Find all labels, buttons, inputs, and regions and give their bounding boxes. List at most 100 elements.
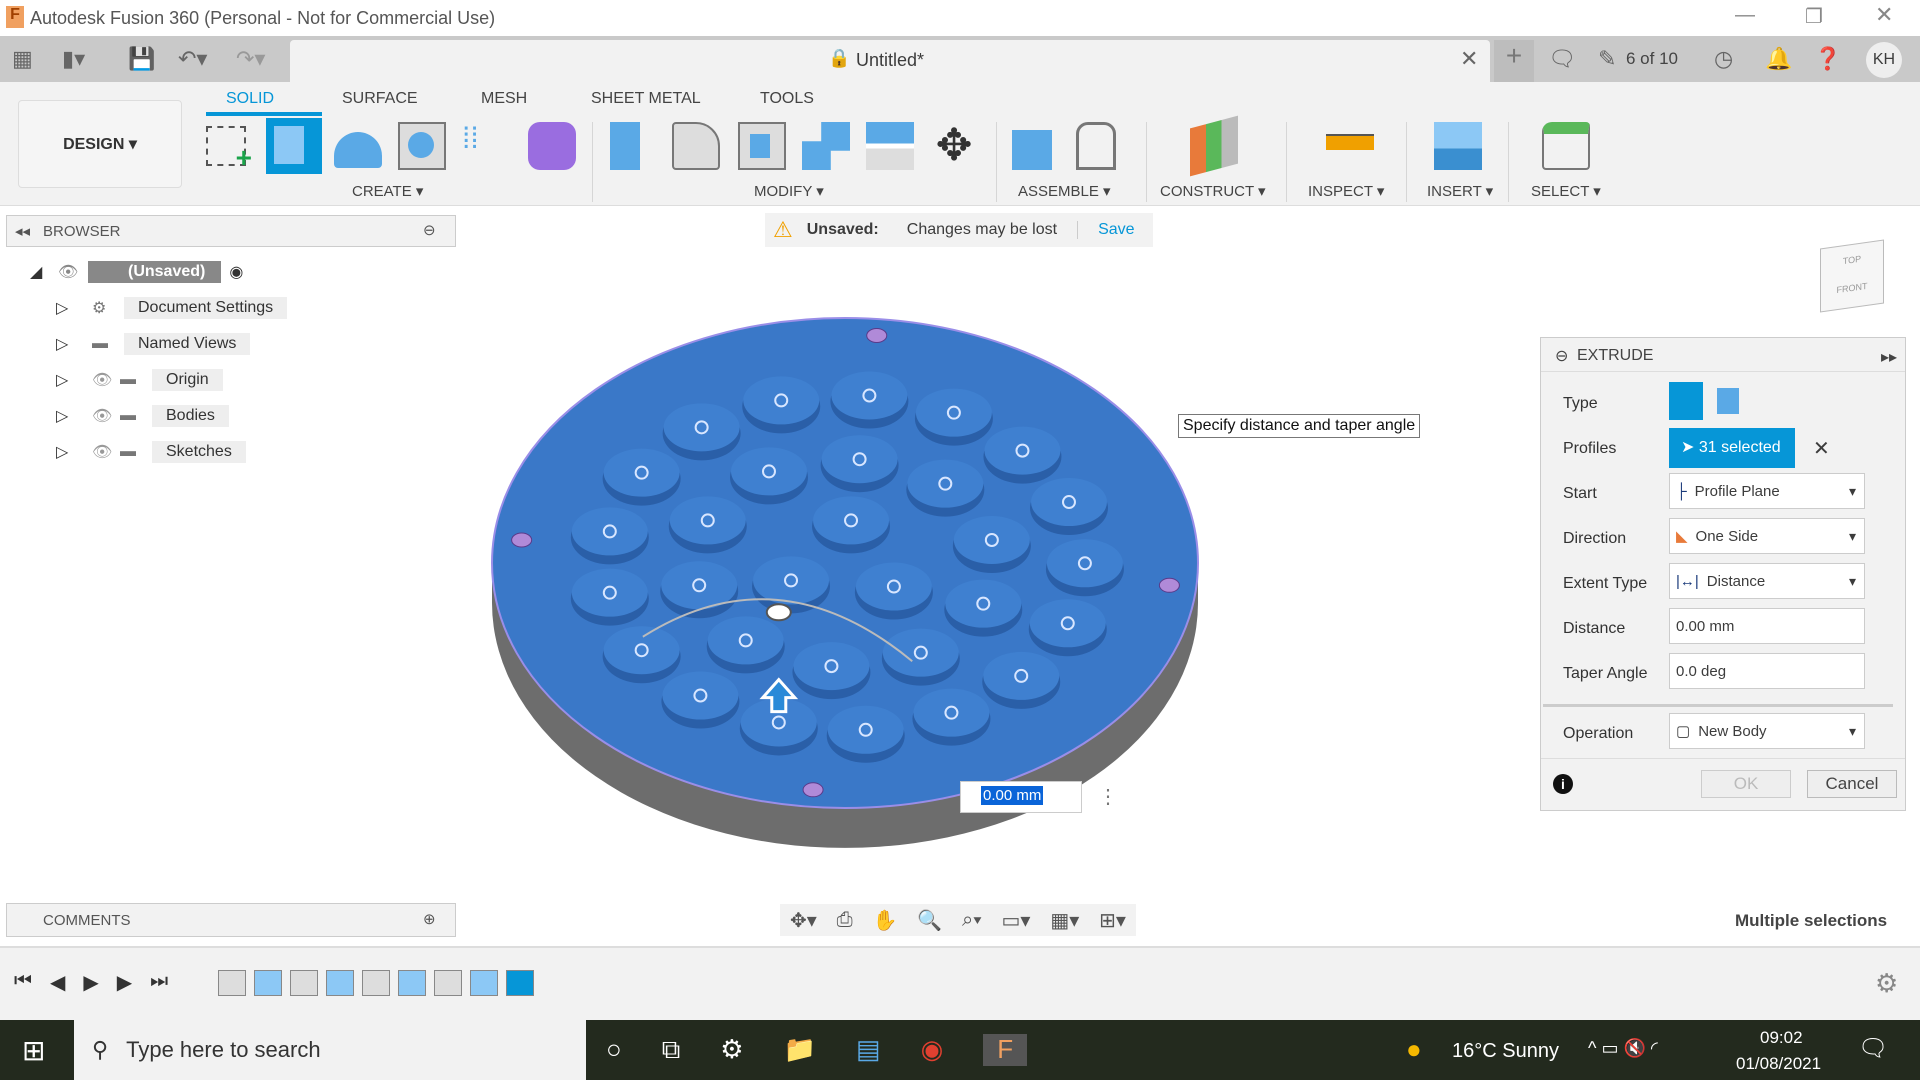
taper-angle-input[interactable]: 0.0 deg: [1669, 653, 1865, 689]
look-at-icon[interactable]: ⎙: [837, 909, 853, 932]
ok-button[interactable]: OK: [1701, 770, 1791, 798]
operation-select[interactable]: ▢ New Body: [1669, 713, 1865, 749]
type-one-side-button[interactable]: [1669, 382, 1703, 420]
windows-start-icon[interactable]: ⊞: [22, 1034, 45, 1067]
measure-icon[interactable]: [1326, 134, 1374, 150]
redo-icon[interactable]: ↷▾: [236, 46, 265, 72]
timeline-feature-icon[interactable]: [398, 970, 426, 996]
orbit-icon[interactable]: ✥▾: [790, 908, 817, 933]
create-menu[interactable]: CREATE ▾: [352, 182, 423, 200]
hole-profile-top[interactable]: [603, 626, 680, 675]
timeline-feature-icon[interactable]: [218, 970, 246, 996]
display-settings-icon[interactable]: ▭▾: [1002, 908, 1031, 933]
hole-profile-top[interactable]: [753, 556, 830, 605]
clock-icon[interactable]: ◷: [1714, 46, 1733, 72]
fillet-icon[interactable]: [672, 122, 720, 170]
hole-profile-top[interactable]: [907, 459, 984, 508]
hole-profile-top[interactable]: [913, 688, 990, 737]
hole-profile-top[interactable]: [983, 651, 1060, 700]
dialog-collapse-icon[interactable]: ⊖: [1555, 346, 1568, 366]
construct-menu[interactable]: CONSTRUCT ▾: [1160, 182, 1266, 200]
distance-manipulator-input[interactable]: 0.00 mm: [960, 781, 1082, 813]
workspace-switcher[interactable]: DESIGN ▾: [18, 100, 182, 188]
close-tab-icon[interactable]: ✕: [1460, 46, 1478, 72]
hole-profile-top[interactable]: [571, 568, 648, 617]
insert-menu[interactable]: INSERT ▾: [1427, 182, 1493, 200]
dialog-header[interactable]: ⊖ EXTRUDE ▸▸: [1541, 338, 1905, 372]
add-comment-icon[interactable]: ⊕: [423, 910, 436, 928]
hole-icon[interactable]: [398, 122, 446, 170]
pattern-icon[interactable]: ⁞⁞: [462, 122, 510, 170]
hole-profile-top[interactable]: [953, 516, 1030, 565]
timeline-feature-icon[interactable]: [506, 970, 534, 996]
timeline-feature-icon[interactable]: [362, 970, 390, 996]
hole-profile-top[interactable]: [831, 371, 908, 420]
hole-profile-top[interactable]: [663, 403, 740, 452]
hole-profile-top[interactable]: [793, 642, 870, 691]
user-avatar[interactable]: KH: [1866, 42, 1902, 78]
more-options-icon[interactable]: ⋮: [1098, 784, 1118, 809]
timeline-feature-icon[interactable]: [434, 970, 462, 996]
tab-mesh[interactable]: MESH: [481, 90, 527, 108]
hole-profile-top[interactable]: [813, 496, 890, 545]
select-menu[interactable]: SELECT ▾: [1531, 182, 1601, 200]
save-icon[interactable]: 💾: [128, 46, 155, 72]
distance-manipulator-value[interactable]: 0.00 mm: [981, 786, 1044, 805]
timeline-feature-icon[interactable]: [290, 970, 318, 996]
hole-profile-top[interactable]: [915, 388, 992, 437]
extrude-icon[interactable]: [266, 118, 322, 174]
file-explorer-icon[interactable]: 📁: [784, 1034, 816, 1066]
offset-plane-icon[interactable]: [1190, 115, 1238, 177]
canvas-viewport[interactable]: ◂◂ BROWSER ⊖ ◢ 👁 (Unsaved) ◉ ▷ ⚙ Document …: [0, 206, 1920, 946]
clear-selection-icon[interactable]: ✕: [1813, 436, 1830, 461]
joint-icon[interactable]: [1076, 122, 1116, 170]
type-thin-button[interactable]: [1717, 388, 1739, 414]
tab-surface[interactable]: SURFACE: [342, 90, 418, 108]
hole-profile-top[interactable]: [707, 616, 784, 665]
timeline-feature-icon[interactable]: [254, 970, 282, 996]
undo-icon[interactable]: ↶▾: [178, 46, 207, 72]
clock-date[interactable]: 01/08/2021: [1736, 1054, 1821, 1074]
select-icon[interactable]: [1542, 122, 1590, 170]
extent-type-select[interactable]: |↔| Distance: [1669, 563, 1865, 599]
press-pull-icon[interactable]: [610, 122, 640, 170]
action-center-icon[interactable]: 🗨: [1858, 1034, 1888, 1063]
pan-icon[interactable]: ✋: [872, 908, 897, 933]
hole-profile-top[interactable]: [730, 447, 807, 496]
step-forward-icon[interactable]: ▶: [117, 970, 132, 995]
direction-select[interactable]: ◣ One Side: [1669, 518, 1865, 554]
info-icon[interactable]: i: [1553, 774, 1573, 794]
new-component-icon[interactable]: [1012, 130, 1052, 170]
hole-profile-top[interactable]: [1029, 599, 1106, 648]
file-menu-icon[interactable]: ▮▾: [62, 46, 85, 72]
zoom-icon[interactable]: 🔍: [917, 908, 942, 933]
system-tray-icons[interactable]: ^ ▭ 🔇 ◜: [1588, 1038, 1658, 1059]
hole-profile-top[interactable]: [1030, 478, 1107, 527]
hole-profile-top[interactable]: [571, 507, 648, 556]
go-to-start-icon[interactable]: ⏮: [14, 970, 32, 995]
hole-profile-top[interactable]: [662, 671, 739, 720]
profiles-selection[interactable]: ➤ 31 selected: [1669, 428, 1795, 468]
create-form-icon[interactable]: [528, 122, 576, 170]
hole-profile-top[interactable]: [743, 376, 820, 425]
document-tab[interactable]: 🔒 Untitled* ✕: [290, 40, 1490, 82]
fit-icon[interactable]: ⌕▾: [962, 909, 982, 932]
notifications-bell-icon[interactable]: 🔔: [1765, 46, 1792, 72]
expand-dialog-icon[interactable]: ▸▸: [1881, 347, 1897, 367]
viewports-icon[interactable]: ⊞▾: [1099, 908, 1126, 933]
inspect-menu[interactable]: INSPECT ▾: [1308, 182, 1384, 200]
hole-profile-top[interactable]: [603, 448, 680, 497]
cancel-button[interactable]: Cancel: [1807, 770, 1897, 798]
tab-tools[interactable]: TOOLS: [760, 90, 814, 108]
sketch-point[interactable]: [802, 782, 824, 798]
winrar-icon[interactable]: ▤: [856, 1034, 881, 1066]
timeline-feature-icon[interactable]: [470, 970, 498, 996]
revolve-icon[interactable]: [334, 132, 382, 168]
move-icon[interactable]: ✥: [930, 122, 978, 170]
create-sketch-icon[interactable]: +: [206, 126, 252, 173]
restore-button[interactable]: ❐: [1805, 4, 1823, 29]
minimize-button[interactable]: —: [1735, 4, 1755, 27]
grid-icon[interactable]: ▦▾: [1050, 908, 1079, 933]
combine-icon[interactable]: [802, 122, 850, 170]
chrome-icon[interactable]: ◉: [921, 1034, 944, 1066]
